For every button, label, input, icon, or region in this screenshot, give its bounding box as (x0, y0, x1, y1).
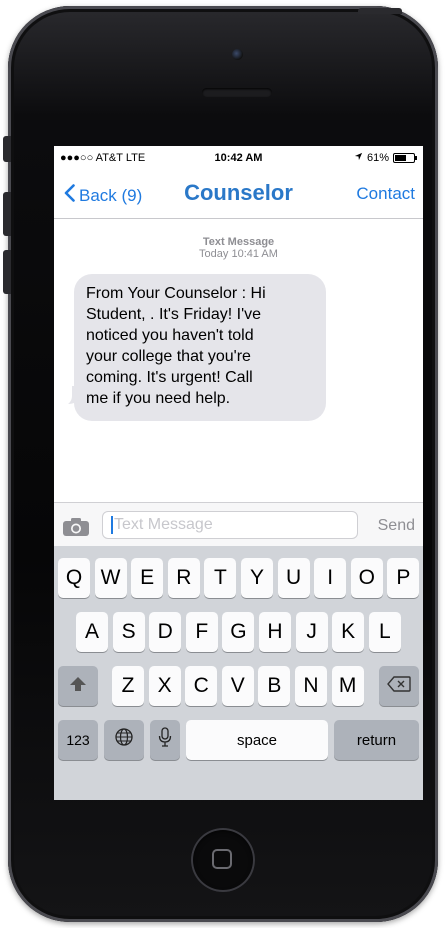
key-a[interactable]: A (76, 612, 108, 652)
message-input-placeholder: Text Message (114, 516, 213, 534)
delete-key[interactable] (379, 666, 419, 706)
volume-up-button (3, 192, 11, 236)
key-t[interactable]: T (204, 558, 237, 598)
front-camera (232, 49, 243, 60)
key-m[interactable]: M (331, 666, 364, 706)
power-button (358, 8, 402, 14)
key-o[interactable]: O (350, 558, 383, 598)
volume-down-button (3, 250, 11, 294)
key-d[interactable]: D (149, 612, 182, 652)
key-c[interactable]: C (185, 666, 218, 706)
compose-bar: Text Message Send (54, 502, 423, 547)
keyboard-row-3: ZXCVBNM (54, 666, 423, 708)
keyboard-row-4: 123 space return (54, 720, 423, 762)
status-bar: ●●●○○ AT&T LTE 10:42 AM 61% (54, 146, 423, 170)
key-n[interactable]: N (295, 666, 327, 706)
battery-icon (393, 153, 417, 163)
home-button[interactable] (191, 828, 255, 892)
camera-icon[interactable] (62, 517, 90, 537)
microphone-icon (158, 727, 172, 753)
key-z[interactable]: Z (112, 666, 144, 706)
status-right: 61% (354, 152, 417, 164)
nav-bar: Back (9) Counselor Contact (54, 172, 423, 219)
key-j[interactable]: J (295, 612, 328, 652)
space-key[interactable]: space (186, 720, 328, 760)
key-q[interactable]: Q (58, 558, 90, 598)
key-u[interactable]: U (277, 558, 310, 598)
keyboard-row-2: ASDFGHJKL (54, 612, 423, 654)
key-l[interactable]: L (368, 612, 401, 652)
dictation-key[interactable] (150, 720, 180, 760)
battery-percent: 61% (366, 152, 389, 164)
key-h[interactable]: H (259, 612, 291, 652)
numbers-key[interactable]: 123 (58, 720, 98, 760)
keyboard-row-1: QWERTYUIOP (54, 558, 423, 600)
message-timestamp: Text Message Today 10:41 AM (54, 236, 423, 260)
key-w[interactable]: W (94, 558, 127, 598)
shift-icon (69, 674, 87, 698)
iphone-device: ●●●○○ AT&T LTE 10:42 AM 61% Back (9) Cou… (3, 6, 438, 922)
key-v[interactable]: V (221, 666, 254, 706)
contact-button[interactable]: Contact (356, 184, 415, 204)
phone-screen: ●●●○○ AT&T LTE 10:42 AM 61% Back (9) Cou… (54, 146, 423, 800)
message-type-label: Text Message (202, 236, 275, 248)
text-caret (111, 516, 113, 534)
shift-key[interactable] (58, 666, 98, 706)
home-square-icon (212, 849, 232, 869)
globe-icon (114, 727, 134, 753)
earpiece-speaker (202, 88, 272, 97)
location-arrow-icon (354, 152, 363, 164)
key-i[interactable]: I (314, 558, 347, 598)
key-p[interactable]: P (387, 558, 420, 598)
message-input[interactable]: Text Message (102, 511, 358, 539)
delete-icon (387, 674, 411, 698)
key-y[interactable]: Y (241, 558, 273, 598)
keyboard: QWERTYUIOP ASDFGHJKL ZXCVBNM 123 space r… (54, 546, 423, 800)
key-e[interactable]: E (131, 558, 164, 598)
key-x[interactable]: X (148, 666, 181, 706)
message-time: Today 10:41 AM (199, 248, 278, 260)
key-s[interactable]: S (112, 612, 145, 652)
key-g[interactable]: G (222, 612, 255, 652)
silent-switch (3, 136, 11, 162)
key-r[interactable]: R (167, 558, 200, 598)
incoming-message-bubble[interactable]: From Your Counselor : Hi Student, . It's… (74, 274, 326, 421)
send-button[interactable]: Send (378, 517, 415, 535)
key-f[interactable]: F (185, 612, 218, 652)
globe-key[interactable] (104, 720, 144, 760)
return-key[interactable]: return (334, 720, 419, 760)
key-k[interactable]: K (332, 612, 365, 652)
key-b[interactable]: B (258, 666, 291, 706)
